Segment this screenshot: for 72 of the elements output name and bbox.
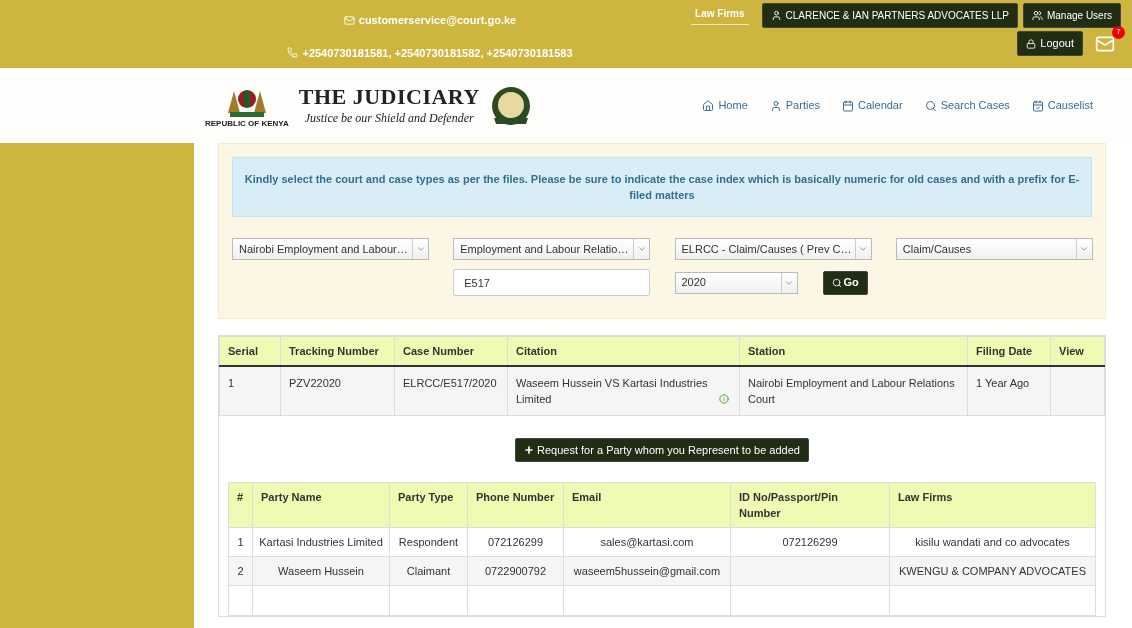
request-party-button[interactable]: Request for a Party whom you Represent to be added [515,438,809,462]
column-header: Email [563,482,731,528]
info-notice: Kindly select the court and case types as per the files. Please be sure to indicate the case index which is basically numeric for old cases and with a prefix for E-filed matters [232,157,1092,217]
table-cell: 1 Year Ago [967,366,1051,416]
go-button[interactable]: Go [822,270,868,295]
column-header: Party Name [252,482,390,528]
table-cell: waseem5hussein@gmail.com [573,565,721,577]
mail-icon [343,14,355,26]
table-cell: 072126299 [487,536,544,548]
nav-link[interactable]: Calendar [842,97,903,114]
calendar-icon [842,99,854,112]
plus-icon [524,445,535,455]
emblem-caption: REPUBLIC OF KENYA [205,119,289,128]
column-header: Citation [507,336,740,366]
table-cell: 1 [219,366,281,416]
nav-link[interactable]: Search Cases [924,97,1010,114]
case-index-field[interactable]: E517 [453,269,651,296]
caret-icon [415,244,426,254]
table-cell: 0722900792 [484,565,547,577]
caret-icon [1079,244,1090,254]
info-icon [719,394,729,404]
email-contact: customerservice@court.go.ke [343,12,517,29]
table-cell: Respondent [398,536,459,548]
phone-icon [287,47,299,59]
logout-button[interactable]: Logout [1017,31,1083,56]
column-header: Law Firms [889,482,1096,528]
column-header: Station [739,336,968,366]
select-field[interactable]: Employment and Labour Relatio… [453,238,651,260]
user-icon [769,99,782,112]
select-field[interactable]: Claim/Causes [895,238,1093,260]
table-cell: KWENGU & COMPANY ADVOCATES [898,565,1086,577]
column-header: Case Number [394,336,508,366]
manage-users-button[interactable]: Manage Users [1022,3,1121,28]
calendar-check-icon [1031,99,1044,112]
table-cell: Nairobi Employment and Labour Relations Court [739,366,968,416]
user-icon [770,10,782,21]
table-cell: Kartasi Industries Limited [259,536,383,548]
table-cell: Waseem Hussein [278,565,364,577]
site-tagline: Justice be our Shield and Defender [303,109,475,127]
column-header: Tracking Number [280,336,395,366]
table-cell: kisilu wandati and co advocates [915,536,1070,548]
select-field[interactable]: ELRCC - Claim/Causes ( Prev C… [674,238,872,260]
column-header: ID No/Passport/Pin Number [730,482,890,528]
search-icon [924,99,937,112]
table-cell: 072126299 [782,536,838,548]
account-button[interactable]: CLARENCE & IAN PARTNERS ADVOCATES LLP [761,3,1018,28]
lock-icon [1026,38,1037,49]
select-field[interactable]: 2020 [674,271,798,294]
column-header: Party Type [389,482,468,528]
table-cell: 2 [237,565,244,577]
table-cell: ELRCC/E517/2020 [394,366,508,416]
table-cell: 1 [237,536,244,548]
table-cell: Claimant [406,565,451,577]
caret-icon [636,244,647,254]
column-header: Phone Number [467,482,564,528]
column-header: # [228,482,253,528]
citation-text: Waseem Hussein VS Kartasi Industries Limited [516,376,709,407]
nav-link[interactable]: Causelist [1031,97,1093,114]
caret-icon [858,244,868,254]
search-icon [831,277,842,288]
phone-contact: +2540730181581, +2540730181582, +2540730181583 [287,44,573,61]
users-icon [1031,10,1043,21]
column-header: Serial [219,336,281,366]
table-cell: PZV22020 [280,366,395,416]
site-title: THE JUDICIARY [298,84,480,109]
select-field[interactable]: Nairobi Employment and Labour… [232,238,429,260]
column-header: Filing Date [967,336,1051,366]
nav-link[interactable]: Parties [769,97,820,114]
column-header: View [1050,336,1105,366]
table-cell: sales@kartasi.com [600,536,694,548]
home-icon [702,99,715,112]
nav-link[interactable]: Home [702,97,748,114]
